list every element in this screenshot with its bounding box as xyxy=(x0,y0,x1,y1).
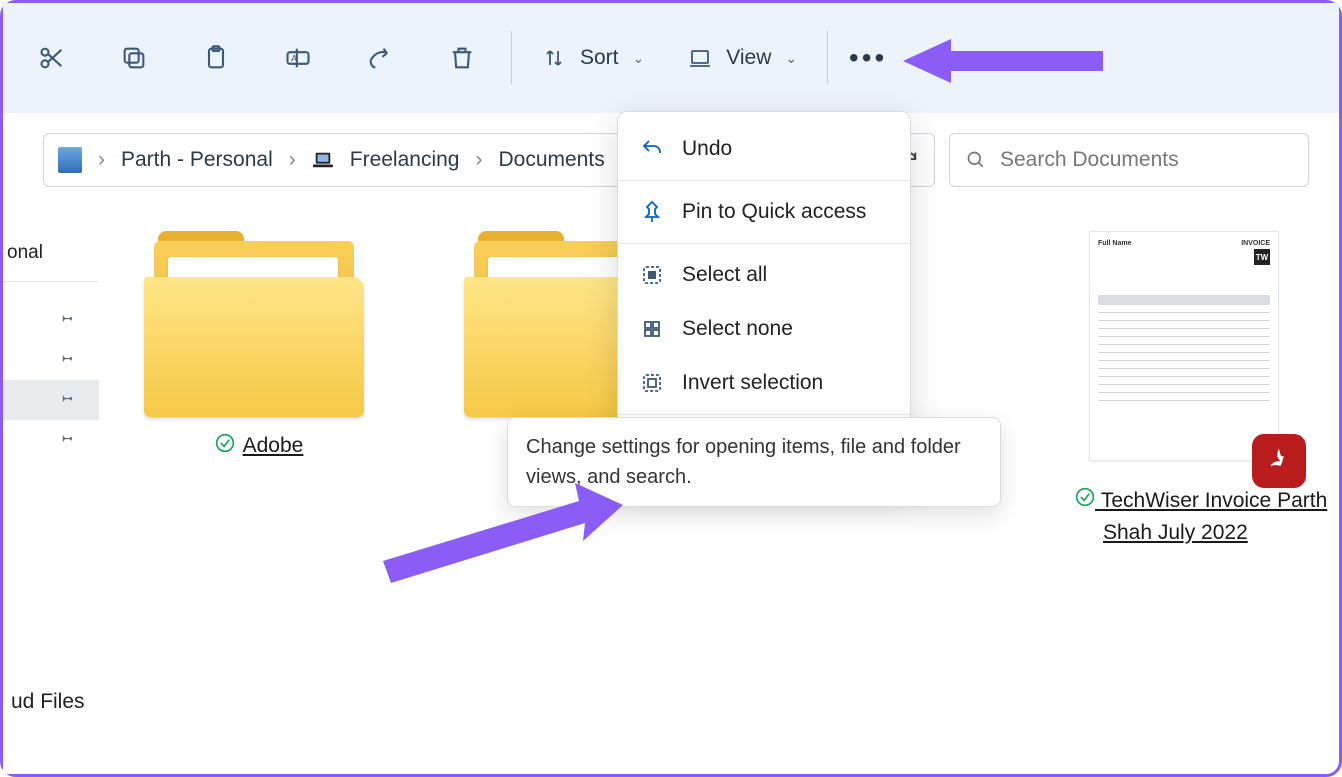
menu-item-pin[interactable]: Pin to Quick access xyxy=(618,185,910,239)
file-name: TechWiser Invoice Parth xyxy=(1101,489,1327,512)
rename-icon: A xyxy=(284,44,312,72)
pc-icon xyxy=(58,147,82,173)
sort-label: Sort xyxy=(580,46,619,70)
tooltip-text: Change settings for opening items, file … xyxy=(526,436,961,488)
paste-button[interactable] xyxy=(175,23,257,93)
annotation-arrow xyxy=(903,29,1103,93)
copy-button[interactable] xyxy=(93,23,175,93)
search-placeholder: Search Documents xyxy=(1000,148,1179,172)
menu-item-select-all[interactable]: Select all xyxy=(618,248,910,302)
sidebar-item[interactable]: onal xyxy=(3,233,99,273)
breadcrumb-item[interactable]: Documents xyxy=(498,148,604,172)
sort-button[interactable]: Sort ⌄ xyxy=(520,23,666,93)
sort-icon xyxy=(542,46,566,70)
pdf-thumbnail: Full NameINVOICE TW xyxy=(1089,231,1279,461)
chevron-right-icon: › xyxy=(289,148,296,172)
breadcrumb-item[interactable]: Freelancing xyxy=(350,148,460,172)
undo-icon xyxy=(640,137,664,161)
menu-label: Select all xyxy=(682,263,767,287)
invert-selection-icon xyxy=(640,371,664,395)
chevron-right-icon: › xyxy=(98,148,105,172)
separator xyxy=(3,281,99,282)
sidebar-item-pinned[interactable] xyxy=(3,420,99,460)
menu-item-invert-selection[interactable]: Invert selection xyxy=(618,356,910,410)
search-box[interactable]: Search Documents xyxy=(949,133,1309,187)
breadcrumb-item[interactable]: Parth - Personal xyxy=(121,148,273,172)
clipboard-icon xyxy=(202,44,230,72)
menu-item-select-none[interactable]: Select none xyxy=(618,302,910,356)
share-icon xyxy=(366,44,394,72)
select-all-icon xyxy=(640,263,664,287)
chevron-down-icon: ⌄ xyxy=(633,50,645,67)
annotation-arrow xyxy=(383,483,623,583)
sidebar-item-pinned[interactable] xyxy=(3,340,99,380)
folder-icon xyxy=(144,231,374,421)
nav-pane: onal xyxy=(3,207,99,774)
pin-icon xyxy=(57,388,75,412)
file-name: Shah July 2022 xyxy=(1103,521,1248,544)
laptop-icon xyxy=(312,150,334,170)
copy-icon xyxy=(120,44,148,72)
delete-button[interactable] xyxy=(421,23,503,93)
menu-label: Undo xyxy=(682,137,732,161)
rename-button[interactable]: A xyxy=(257,23,339,93)
separator xyxy=(827,31,828,85)
svg-text:A: A xyxy=(291,54,298,64)
menu-label: Invert selection xyxy=(682,371,823,395)
pdf-icon xyxy=(1252,434,1306,488)
separator xyxy=(511,31,512,85)
pin-icon xyxy=(640,200,664,224)
trash-icon xyxy=(448,44,476,72)
sidebar-item-pinned[interactable] xyxy=(3,300,99,340)
sidebar-label: onal xyxy=(7,242,43,264)
pin-icon xyxy=(57,428,75,452)
view-label: View xyxy=(726,46,771,70)
chevron-down-icon: ⌄ xyxy=(785,50,797,67)
scissors-icon xyxy=(38,44,66,72)
pin-icon xyxy=(57,308,75,332)
pin-icon xyxy=(57,348,75,372)
sidebar-item[interactable]: ud Files xyxy=(11,690,85,714)
folder-item[interactable]: Adobe xyxy=(129,231,389,459)
more-button[interactable]: ••• xyxy=(836,23,900,93)
separator xyxy=(618,243,910,244)
menu-item-undo[interactable]: Undo xyxy=(618,122,910,176)
sync-ok-icon xyxy=(215,433,235,459)
view-button[interactable]: View ⌄ xyxy=(666,23,819,93)
sidebar-item-pinned[interactable] xyxy=(3,380,99,420)
sidebar-label: ud Files xyxy=(11,690,85,714)
separator xyxy=(618,180,910,181)
menu-label: Pin to Quick access xyxy=(682,200,866,224)
separator xyxy=(618,414,910,415)
menu-label: Select none xyxy=(682,317,793,341)
more-horizontal-icon: ••• xyxy=(849,42,887,74)
view-icon xyxy=(688,46,712,70)
file-item[interactable]: Full NameINVOICE TW TechWiser Invoice Pa… xyxy=(1089,231,1329,548)
command-bar: A Sort ⌄ View ⌄ ••• xyxy=(3,3,1339,113)
search-icon xyxy=(966,150,986,170)
file-name: Adobe xyxy=(243,434,304,458)
share-button[interactable] xyxy=(339,23,421,93)
cut-button[interactable] xyxy=(11,23,93,93)
select-none-icon xyxy=(640,317,664,341)
sync-ok-icon xyxy=(1075,489,1101,512)
chevron-right-icon: › xyxy=(475,148,482,172)
